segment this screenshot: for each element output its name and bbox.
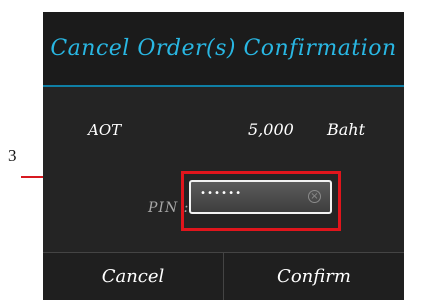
confirm-button[interactable]: Confirm	[224, 253, 404, 300]
stock-symbol: AOT	[88, 121, 122, 139]
dialog-body: AOT 5,000 Baht PIN : •••••• ×	[43, 87, 404, 252]
pin-input[interactable]: •••••• ×	[189, 180, 332, 214]
cancel-order-confirmation-dialog: Cancel Order(s) Confirmation AOT 5,000 B…	[43, 12, 404, 300]
cancel-button[interactable]: Cancel	[43, 253, 223, 300]
clear-circle-icon[interactable]: ×	[308, 190, 321, 203]
currency-label: Baht	[327, 120, 366, 139]
dialog-title: Cancel Order(s) Confirmation	[50, 36, 397, 61]
order-amount: 5,000	[248, 120, 294, 139]
screenshot-page: 3 Cancel Order(s) Confirmation AOT 5,000…	[0, 0, 426, 300]
annotation-number: 3	[8, 146, 17, 165]
pin-masked-value: ••••••	[200, 188, 243, 199]
